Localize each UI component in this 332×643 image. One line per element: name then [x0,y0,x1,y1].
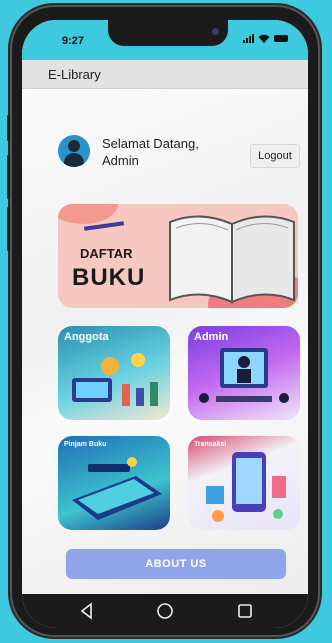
banner-line1: DAFTAR [80,246,133,261]
home-icon[interactable] [154,600,176,622]
transaction-illustration-icon [206,452,286,522]
wifi-icon [258,34,270,43]
recent-apps-icon[interactable] [234,600,256,622]
open-book-icon [169,215,295,304]
daftar-buku-banner[interactable]: DAFTAR BUKU [58,204,298,308]
banner-line2: BUKU [72,264,146,291]
greeting-line1: Selamat Datang, [102,136,199,151]
about-us-button[interactable]: ABOUT US [66,549,286,579]
camera-icon [212,28,219,35]
laptop-illustration-icon [72,457,162,520]
main-content: Selamat Datang, Admin Logout DAFTAR BUKU… [22,89,308,594]
mute-switch [7,115,10,141]
phone-screen: 9:27 E-Library Selamat Datang, Admin Log… [22,20,308,628]
battery-icon [274,35,288,42]
app-bar: E-Library [22,60,308,89]
volume-down-button [7,207,10,251]
tile-anggota[interactable]: Anggota [58,326,170,420]
tile-transaksi[interactable]: Transaksi [188,436,300,530]
signal-icon [243,34,254,43]
team-illustration-icon [72,353,158,406]
avatar [58,135,90,167]
app-title: E-Library [48,67,101,82]
tile-pinjam-buku[interactable]: Pinjam Buku [58,436,170,530]
greeting: Selamat Datang, Admin [102,135,232,169]
logout-button[interactable]: Logout [250,144,300,168]
status-icons [243,34,288,43]
volume-up-button [7,155,10,199]
greeting-line2: Admin [102,153,139,168]
tile-admin[interactable]: Admin [188,326,300,420]
admin-illustration-icon [199,348,289,403]
status-time: 9:27 [62,35,85,47]
navigation-bar [22,594,308,628]
notch [108,20,228,46]
status-bar: 9:27 [22,20,308,60]
back-icon[interactable] [76,600,98,622]
